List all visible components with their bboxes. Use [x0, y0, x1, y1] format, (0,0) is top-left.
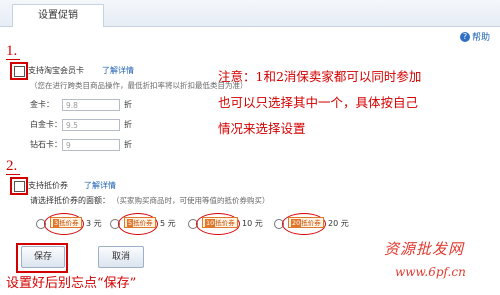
annotation-line-2: 也可以只选择其中一个，具体按自己: [218, 95, 419, 110]
voucher-label: 支持抵价券: [28, 181, 68, 190]
step-number-1: 1.: [6, 43, 18, 59]
diamond-card-input[interactable]: 9: [62, 139, 120, 151]
membership-learn-more-link[interactable]: 了解详情: [102, 66, 134, 76]
step-number-2: 2.: [6, 158, 18, 174]
save-reminder-note: 设置好后别忘点“保存”: [6, 276, 137, 291]
voucher-10-amount: 10 元: [242, 219, 263, 228]
voucher-checkbox[interactable]: [14, 181, 25, 192]
diamond-card-unit: 折: [124, 140, 132, 149]
help-icon: ?: [459, 31, 470, 42]
membership-card-checkbox[interactable]: [14, 66, 25, 77]
gold-card-input[interactable]: 9.8: [62, 99, 120, 111]
save-button[interactable]: 保存: [21, 246, 65, 268]
voucher-hint: （买家购买商品时，可使用等值的抵价券购买）: [112, 196, 270, 205]
gold-card-label: 金卡：: [30, 100, 54, 109]
watermark-brand: 资源批发网: [384, 240, 465, 258]
voucher-20-badge: 20抵价券: [288, 217, 324, 228]
voucher-10-badge: 10抵价券: [202, 217, 238, 228]
voucher-3-badge: 3抵价券: [50, 217, 82, 228]
membership-card-hint: （您在进行跨类目商品操作，最低折扣率将以折扣最低类目为准）: [30, 81, 248, 90]
platinum-card-label: 白金卡：: [30, 120, 62, 129]
step-1-underline: [6, 59, 20, 60]
tab-promotion-settings[interactable]: 设置促销: [12, 4, 104, 27]
help-link[interactable]: ? 帮助: [459, 30, 490, 43]
voucher-prompt: 请选择抵价券的面额：: [30, 196, 110, 205]
voucher-5-amount: 5 元: [160, 219, 176, 228]
voucher-learn-more-link[interactable]: 了解详情: [84, 181, 116, 191]
annotation-note: 注意：1和2消保卖家都可以同时参加 也可以只选择其中一个，具体按自己 情况来选择…: [218, 64, 421, 142]
voucher-5-badge: 5抵价券: [124, 217, 156, 228]
voucher-20-amount: 20 元: [328, 219, 349, 228]
annotation-line-1: 注意：1和2消保卖家都可以同时参加: [218, 69, 422, 84]
cancel-button[interactable]: 取消: [98, 246, 144, 268]
platinum-card-unit: 折: [124, 120, 132, 129]
gold-card-unit: 折: [124, 100, 132, 109]
watermark-url: www.6pf.cn: [395, 265, 466, 279]
diamond-card-label: 钻石卡：: [30, 140, 62, 149]
help-label: 帮助: [471, 33, 490, 43]
membership-card-label: 支持淘宝会员卡: [28, 66, 84, 75]
annotation-line-3: 情况来选择设置: [218, 121, 306, 136]
step-2-underline: [6, 174, 20, 175]
platinum-card-input[interactable]: 9.5: [62, 119, 120, 131]
voucher-3-amount: 3 元: [86, 219, 102, 228]
